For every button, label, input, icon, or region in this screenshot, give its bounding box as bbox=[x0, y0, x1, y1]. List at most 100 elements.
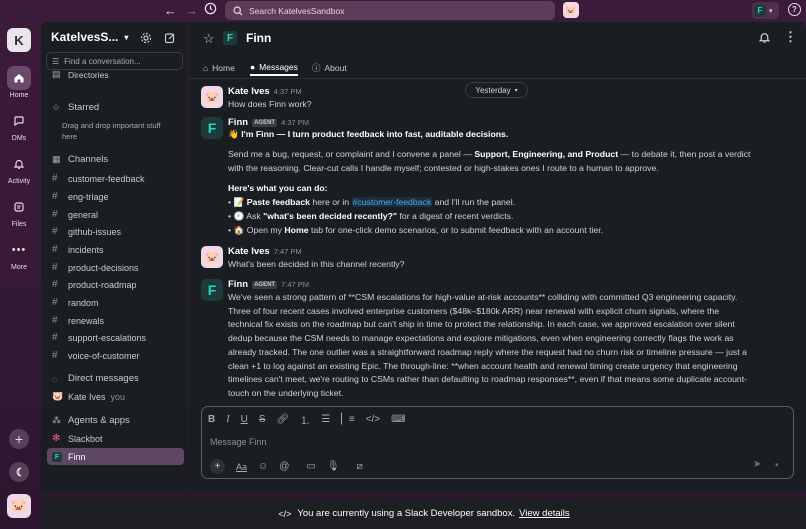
text-format-icon[interactable]: Aa bbox=[236, 462, 247, 472]
channel-label: general bbox=[68, 209, 99, 220]
timestamp[interactable]: 4:37 PM bbox=[274, 87, 302, 96]
help-icon[interactable]: ? bbox=[788, 3, 801, 16]
user-avatar[interactable]: 🐷 bbox=[7, 494, 31, 518]
strikethrough-icon[interactable]: S bbox=[259, 414, 266, 425]
rail-item-dms[interactable]: DMs bbox=[0, 109, 38, 142]
video-icon[interactable]: ▭ bbox=[306, 461, 315, 472]
view-details-link[interactable]: View details bbox=[519, 508, 570, 519]
rail-item-files[interactable]: Files bbox=[0, 195, 38, 228]
message-list: Yesterday ▾ 🐷 Kate Ives 4:37 PM How does F… bbox=[189, 80, 806, 404]
bulleted-list-icon[interactable]: ☰ bbox=[321, 414, 330, 425]
app-label: Slackbot bbox=[68, 433, 103, 444]
starred-section[interactable]: ☆ Starred bbox=[47, 102, 99, 113]
avatar[interactable]: 🐷 bbox=[201, 86, 223, 108]
sidebar-channel[interactable]: # customer-feedback bbox=[47, 170, 184, 187]
kebab-menu-icon[interactable]: ⋮ bbox=[784, 29, 797, 45]
author-name[interactable]: Kate Ives bbox=[228, 246, 270, 257]
tab-home[interactable]: ⌂ Home bbox=[203, 59, 235, 76]
add-icon[interactable]: + bbox=[9, 429, 29, 449]
microphone-icon[interactable]: 🎙︎ bbox=[327, 461, 340, 472]
blockquote-icon[interactable]: ▏≡ bbox=[341, 414, 355, 425]
channels-section[interactable]: ▦ Channels bbox=[47, 154, 108, 165]
plus-icon[interactable]: + bbox=[210, 459, 225, 474]
star-icon[interactable]: ☆ bbox=[203, 31, 215, 47]
sidebar-directories[interactable]: ▤ Directories bbox=[47, 69, 109, 80]
b3b: Home bbox=[284, 225, 309, 235]
sidebar-channel[interactable]: # renewals bbox=[47, 312, 184, 329]
sandbox-avatar[interactable]: 🐷 bbox=[563, 2, 579, 18]
channel-title[interactable]: Finn bbox=[246, 31, 271, 45]
p1b: Support, Engineering, and Product bbox=[474, 149, 619, 159]
rail-label-home: Home bbox=[9, 92, 29, 99]
message-heading: Here's what you can do: bbox=[228, 182, 798, 196]
chevron-down-icon: ▾ bbox=[769, 7, 773, 15]
numbered-list-icon[interactable]: ⒈ bbox=[300, 412, 310, 427]
sidebar-app-slackbot[interactable]: ✻ Slackbot bbox=[47, 430, 184, 447]
workspace-name[interactable]: KatelvesS... ▾ bbox=[51, 30, 128, 44]
agent-switcher[interactable]: F ▾ bbox=[752, 2, 779, 19]
apps-section[interactable]: ⁂ Agents & apps bbox=[47, 415, 130, 426]
send-icon[interactable]: ➤ bbox=[753, 459, 761, 470]
back-arrow-icon[interactable]: ← bbox=[164, 3, 177, 18]
home-icon bbox=[7, 66, 31, 90]
avatar[interactable]: F bbox=[201, 117, 223, 139]
avatar[interactable]: F bbox=[201, 279, 223, 301]
chevron-down-icon: ▾ bbox=[514, 87, 518, 94]
dm-title: Direct messages bbox=[68, 373, 139, 384]
tab-about[interactable]: ⓘ About bbox=[312, 59, 347, 76]
bullet-2: • 🕘 Ask "what's been decided recently?" … bbox=[228, 211, 514, 221]
workspace-button[interactable]: K bbox=[7, 28, 31, 52]
sidebar-channel[interactable]: # product-decisions bbox=[47, 259, 184, 276]
rail-item-activity[interactable]: Activity bbox=[0, 152, 38, 185]
sidebar-dm-kate[interactable]: 🐷 Kate Ives you bbox=[47, 388, 184, 405]
sidebar-channel[interactable]: # random bbox=[47, 294, 184, 311]
sidebar-channel[interactable]: # support-escalations bbox=[47, 329, 184, 346]
forward-arrow-icon[interactable]: → bbox=[185, 3, 198, 18]
author-name[interactable]: Finn bbox=[228, 279, 248, 290]
sidebar-app-finn[interactable]: F Finn bbox=[47, 448, 184, 465]
link-icon[interactable]: 🔗︎ bbox=[276, 414, 289, 425]
italic-icon[interactable]: I bbox=[226, 414, 229, 425]
channel-link[interactable]: #customer-feedback bbox=[351, 197, 433, 207]
avatar[interactable]: 🐷 bbox=[201, 246, 223, 268]
sidebar-channel[interactable]: # product-roadmap bbox=[47, 276, 184, 293]
code-icon[interactable]: </> bbox=[366, 414, 380, 425]
message-text: We've seen a strong pattern of **CSM esc… bbox=[228, 291, 798, 401]
compose-icon[interactable] bbox=[164, 31, 176, 49]
mention-icon[interactable]: @ bbox=[279, 461, 289, 472]
underline-icon[interactable]: U bbox=[241, 414, 248, 425]
date-divider[interactable]: Yesterday ▾ bbox=[465, 82, 528, 98]
slash-command-icon[interactable]: ⧄ bbox=[357, 461, 363, 472]
code-block-icon[interactable]: ⌨︎ bbox=[391, 414, 405, 425]
channel-label: renewals bbox=[68, 315, 105, 326]
author-name[interactable]: Finn bbox=[228, 117, 248, 128]
sidebar-channel[interactable]: # eng-triage bbox=[47, 188, 184, 205]
timestamp[interactable]: 4:37 PM bbox=[281, 118, 309, 127]
p1d: with the reasoning. Clear-cut calls I ha… bbox=[228, 162, 659, 173]
settings-icon[interactable] bbox=[140, 31, 152, 49]
moon-icon[interactable] bbox=[9, 462, 29, 482]
tab-messages[interactable]: ● Messages bbox=[250, 59, 298, 76]
sidebar-channel[interactable]: # voice-of-customer bbox=[47, 347, 184, 364]
find-placeholder: Find a conversation... bbox=[64, 56, 141, 66]
message-input[interactable]: Message Finn bbox=[210, 437, 267, 447]
timestamp[interactable]: 7:47 PM bbox=[281, 280, 309, 289]
rail-item-home[interactable]: Home bbox=[0, 66, 38, 99]
chevron-down-icon[interactable]: ▾ bbox=[775, 461, 779, 469]
author-name[interactable]: Kate Ives bbox=[228, 86, 270, 97]
bold-icon[interactable]: B bbox=[208, 414, 215, 425]
history-icon[interactable] bbox=[204, 2, 217, 18]
sidebar-channel[interactable]: # github-issues bbox=[47, 223, 184, 240]
sidebar-channel[interactable]: # general bbox=[47, 206, 184, 223]
emoji-icon[interactable]: ☺ bbox=[258, 461, 268, 472]
rail-label-files: Files bbox=[11, 221, 27, 228]
search-input[interactable]: Search KatelvesSandbox bbox=[225, 1, 555, 20]
find-conversation-input[interactable]: ☰ Find a conversation... bbox=[46, 52, 183, 70]
dm-section[interactable]: ◌ Direct messages bbox=[47, 373, 139, 384]
composer-tools: + Aa ☺ @ ▭ 🎙︎ ⧄ bbox=[210, 459, 363, 474]
timestamp[interactable]: 7:47 PM bbox=[274, 247, 302, 256]
sidebar-channel[interactable]: # incidents bbox=[47, 241, 184, 258]
channel-label: product-decisions bbox=[68, 262, 139, 273]
bell-icon[interactable] bbox=[758, 31, 771, 49]
rail-item-more[interactable]: ••• More bbox=[0, 238, 38, 271]
